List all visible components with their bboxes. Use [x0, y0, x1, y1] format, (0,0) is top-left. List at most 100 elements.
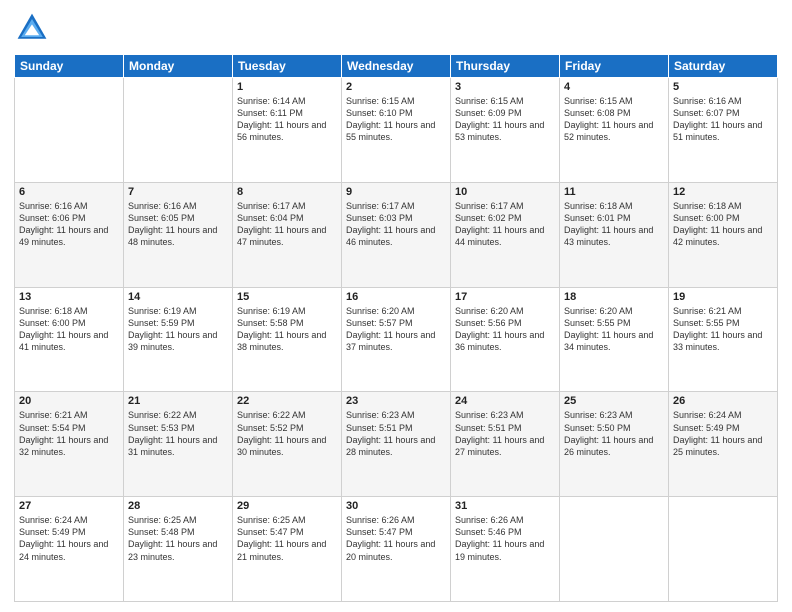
- day-number: 21: [128, 395, 228, 407]
- calendar-cell: [560, 497, 669, 602]
- calendar-cell: 10Sunrise: 6:17 AM Sunset: 6:02 PM Dayli…: [451, 182, 560, 287]
- day-number: 10: [455, 186, 555, 198]
- day-info: Sunrise: 6:23 AM Sunset: 5:51 PM Dayligh…: [455, 409, 555, 458]
- calendar-cell: 26 Sunrise: 6:24 AM Sunset: 5:49 PM Dayli…: [669, 392, 778, 497]
- day-info: Sunrise: 6:19 AM Sunset: 5:59 PM Dayligh…: [128, 305, 228, 354]
- day-info: Sunrise: 6:26 AM Sunset: 5:46 PM Dayligh…: [455, 514, 555, 563]
- calendar-header-wednesday: Wednesday: [342, 55, 451, 78]
- day-info: Sunrise: 6:15 AM Sunset: 6:10 PM Dayligh…: [346, 95, 446, 144]
- calendar-cell: 1 Sunrise: 6:14 AM Sunset: 6:11 PM Daylig…: [233, 78, 342, 183]
- calendar-header-row: SundayMondayTuesdayWednesdayThursdayFrid…: [15, 55, 778, 78]
- header: [14, 10, 778, 46]
- day-info: Sunrise: 6:22 AM Sunset: 5:52 PM Dayligh…: [237, 409, 337, 458]
- calendar-cell: 19 Sunrise: 6:21 AM Sunset: 5:55 PM Dayli…: [669, 287, 778, 392]
- day-number: 28: [128, 500, 228, 512]
- calendar-cell: 30Sunrise: 6:26 AM Sunset: 5:47 PM Dayli…: [342, 497, 451, 602]
- logo-icon: [14, 10, 50, 46]
- calendar-cell: 22 Sunrise: 6:22 AM Sunset: 5:52 PM Dayli…: [233, 392, 342, 497]
- day-number: 30: [346, 500, 446, 512]
- day-info: Sunrise: 6:24 AM Sunset: 5:49 PM Dayligh…: [19, 514, 119, 563]
- day-info: Sunrise: 6:24 AM Sunset: 5:49 PM Dayligh…: [673, 409, 773, 458]
- day-info: Sunrise: 6:19 AM Sunset: 5:58 PM Dayligh…: [237, 305, 337, 354]
- day-number: 12: [673, 186, 773, 198]
- day-number: 17: [455, 291, 555, 303]
- calendar-cell: 29 Sunrise: 6:25 AM Sunset: 5:47 PM Dayli…: [233, 497, 342, 602]
- day-number: 2: [346, 81, 446, 93]
- day-number: 20: [19, 395, 119, 407]
- calendar-cell: 13 Sunrise: 6:18 AM Sunset: 6:00 PM Dayli…: [15, 287, 124, 392]
- day-info: Sunrise: 6:25 AM Sunset: 5:47 PM Dayligh…: [237, 514, 337, 563]
- calendar-cell: [669, 497, 778, 602]
- day-info: Sunrise: 6:16 AM Sunset: 6:05 PM Dayligh…: [128, 200, 228, 249]
- day-info: Sunrise: 6:23 AM Sunset: 5:50 PM Dayligh…: [564, 409, 664, 458]
- calendar-header-sunday: Sunday: [15, 55, 124, 78]
- calendar-cell: 28 Sunrise: 6:25 AM Sunset: 5:48 PM Dayli…: [124, 497, 233, 602]
- day-number: 26: [673, 395, 773, 407]
- day-info: Sunrise: 6:17 AM Sunset: 6:04 PM Dayligh…: [237, 200, 337, 249]
- day-number: 23: [346, 395, 446, 407]
- calendar-cell: [15, 78, 124, 183]
- calendar-cell: 27 Sunrise: 6:24 AM Sunset: 5:49 PM Dayli…: [15, 497, 124, 602]
- calendar-cell: 3 Sunrise: 6:15 AM Sunset: 6:09 PM Daylig…: [451, 78, 560, 183]
- day-info: Sunrise: 6:18 AM Sunset: 6:01 PM Dayligh…: [564, 200, 664, 249]
- day-number: 29: [237, 500, 337, 512]
- calendar-cell: 12 Sunrise: 6:18 AM Sunset: 6:00 PM Dayli…: [669, 182, 778, 287]
- day-number: 13: [19, 291, 119, 303]
- day-number: 14: [128, 291, 228, 303]
- day-number: 1: [237, 81, 337, 93]
- day-info: Sunrise: 6:20 AM Sunset: 5:55 PM Dayligh…: [564, 305, 664, 354]
- calendar-cell: 23Sunrise: 6:23 AM Sunset: 5:51 PM Dayli…: [342, 392, 451, 497]
- calendar-cell: [124, 78, 233, 183]
- calendar-week-1: 6 Sunrise: 6:16 AM Sunset: 6:06 PM Daylig…: [15, 182, 778, 287]
- day-number: 4: [564, 81, 664, 93]
- day-number: 18: [564, 291, 664, 303]
- calendar-cell: 11 Sunrise: 6:18 AM Sunset: 6:01 PM Dayli…: [560, 182, 669, 287]
- day-number: 16: [346, 291, 446, 303]
- day-number: 22: [237, 395, 337, 407]
- day-info: Sunrise: 6:14 AM Sunset: 6:11 PM Dayligh…: [237, 95, 337, 144]
- calendar-header-friday: Friday: [560, 55, 669, 78]
- logo: [14, 10, 54, 46]
- calendar-cell: 21 Sunrise: 6:22 AM Sunset: 5:53 PM Dayli…: [124, 392, 233, 497]
- day-number: 15: [237, 291, 337, 303]
- calendar-cell: 6 Sunrise: 6:16 AM Sunset: 6:06 PM Daylig…: [15, 182, 124, 287]
- day-number: 7: [128, 186, 228, 198]
- day-info: Sunrise: 6:22 AM Sunset: 5:53 PM Dayligh…: [128, 409, 228, 458]
- day-number: 9: [346, 186, 446, 198]
- day-info: Sunrise: 6:15 AM Sunset: 6:09 PM Dayligh…: [455, 95, 555, 144]
- calendar-week-4: 27 Sunrise: 6:24 AM Sunset: 5:49 PM Dayli…: [15, 497, 778, 602]
- page: SundayMondayTuesdayWednesdayThursdayFrid…: [0, 0, 792, 612]
- calendar-table: SundayMondayTuesdayWednesdayThursdayFrid…: [14, 54, 778, 602]
- day-info: Sunrise: 6:20 AM Sunset: 5:56 PM Dayligh…: [455, 305, 555, 354]
- day-number: 19: [673, 291, 773, 303]
- calendar-cell: 15 Sunrise: 6:19 AM Sunset: 5:58 PM Dayli…: [233, 287, 342, 392]
- day-info: Sunrise: 6:17 AM Sunset: 6:03 PM Dayligh…: [346, 200, 446, 249]
- day-info: Sunrise: 6:18 AM Sunset: 6:00 PM Dayligh…: [19, 305, 119, 354]
- day-info: Sunrise: 6:16 AM Sunset: 6:06 PM Dayligh…: [19, 200, 119, 249]
- day-info: Sunrise: 6:25 AM Sunset: 5:48 PM Dayligh…: [128, 514, 228, 563]
- calendar-cell: 31Sunrise: 6:26 AM Sunset: 5:46 PM Dayli…: [451, 497, 560, 602]
- day-number: 5: [673, 81, 773, 93]
- day-number: 8: [237, 186, 337, 198]
- day-number: 3: [455, 81, 555, 93]
- calendar-cell: 16Sunrise: 6:20 AM Sunset: 5:57 PM Dayli…: [342, 287, 451, 392]
- day-info: Sunrise: 6:16 AM Sunset: 6:07 PM Dayligh…: [673, 95, 773, 144]
- day-info: Sunrise: 6:21 AM Sunset: 5:55 PM Dayligh…: [673, 305, 773, 354]
- day-info: Sunrise: 6:18 AM Sunset: 6:00 PM Dayligh…: [673, 200, 773, 249]
- calendar-cell: 17 Sunrise: 6:20 AM Sunset: 5:56 PM Dayli…: [451, 287, 560, 392]
- calendar-header-monday: Monday: [124, 55, 233, 78]
- calendar-cell: 20Sunrise: 6:21 AM Sunset: 5:54 PM Dayli…: [15, 392, 124, 497]
- calendar-week-2: 13 Sunrise: 6:18 AM Sunset: 6:00 PM Dayli…: [15, 287, 778, 392]
- calendar-cell: 5 Sunrise: 6:16 AM Sunset: 6:07 PM Daylig…: [669, 78, 778, 183]
- day-number: 11: [564, 186, 664, 198]
- calendar-cell: 2 Sunrise: 6:15 AM Sunset: 6:10 PM Daylig…: [342, 78, 451, 183]
- day-number: 6: [19, 186, 119, 198]
- calendar-cell: 4Sunrise: 6:15 AM Sunset: 6:08 PM Daylig…: [560, 78, 669, 183]
- calendar-cell: 24Sunrise: 6:23 AM Sunset: 5:51 PM Dayli…: [451, 392, 560, 497]
- calendar-cell: 18 Sunrise: 6:20 AM Sunset: 5:55 PM Dayli…: [560, 287, 669, 392]
- calendar-cell: 9 Sunrise: 6:17 AM Sunset: 6:03 PM Daylig…: [342, 182, 451, 287]
- day-number: 27: [19, 500, 119, 512]
- calendar-header-thursday: Thursday: [451, 55, 560, 78]
- day-number: 25: [564, 395, 664, 407]
- calendar-week-0: 1 Sunrise: 6:14 AM Sunset: 6:11 PM Daylig…: [15, 78, 778, 183]
